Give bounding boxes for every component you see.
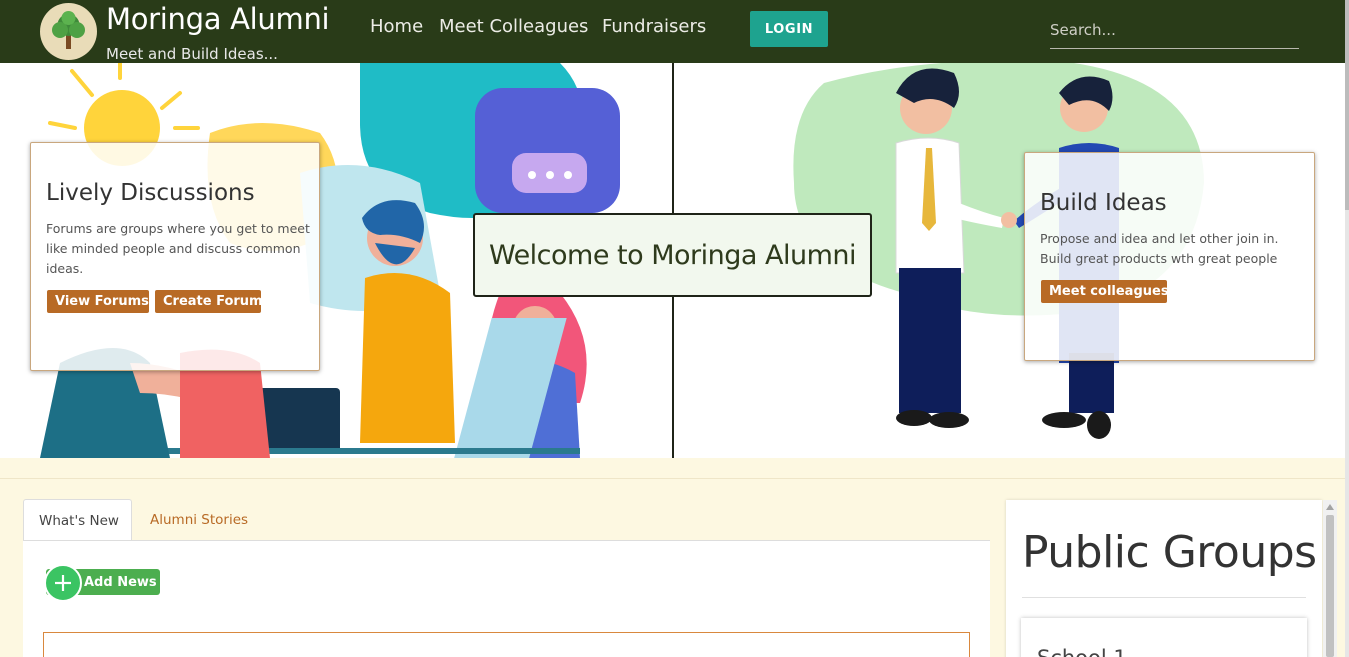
scrollbar-thumb[interactable] bbox=[1326, 515, 1334, 657]
welcome-banner: Welcome to Moringa Alumni bbox=[473, 213, 872, 297]
page-scrollbar[interactable] bbox=[1345, 0, 1349, 657]
group-card[interactable]: School 1 bbox=[1021, 618, 1307, 657]
tab-alumni-stories[interactable]: Alumni Stories bbox=[135, 499, 263, 541]
nav-link-home[interactable]: Home bbox=[370, 16, 423, 37]
nav-link-fundraisers[interactable]: Fundraisers bbox=[602, 16, 706, 37]
nav-link-meet-colleagues[interactable]: Meet Colleagues bbox=[439, 16, 588, 37]
news-item-card bbox=[43, 632, 970, 657]
divider bbox=[1022, 597, 1306, 598]
brand-title[interactable]: Moringa Alumni bbox=[106, 2, 330, 36]
section-divider bbox=[0, 478, 1345, 479]
build-ideas-card: Build Ideas Propose and idea and let oth… bbox=[1024, 152, 1315, 361]
lively-discussions-text: Forums are groups where you get to meet … bbox=[46, 221, 310, 276]
lively-discussions-card: Lively Discussions Forums are groups whe… bbox=[30, 142, 320, 371]
build-ideas-text: Propose and idea and let other join in. … bbox=[1040, 231, 1279, 266]
search-input[interactable] bbox=[1050, 12, 1299, 49]
add-news-label: Add News bbox=[84, 574, 157, 590]
page-scrollbar-thumb[interactable] bbox=[1345, 0, 1349, 210]
welcome-text: Welcome to Moringa Alumni bbox=[488, 239, 857, 271]
create-forum-button[interactable]: Create Forum bbox=[155, 290, 263, 313]
groups-scrollbar[interactable] bbox=[1323, 500, 1337, 657]
tree-logo-icon[interactable] bbox=[40, 3, 97, 60]
lively-discussions-title: Lively Discussions bbox=[46, 180, 255, 206]
group-name: School 1 bbox=[1037, 646, 1127, 657]
login-button[interactable]: LOGIN bbox=[750, 11, 828, 47]
scroll-up-arrow-icon[interactable] bbox=[1326, 504, 1334, 510]
public-groups-panel: Public Groups School 1 bbox=[1006, 500, 1322, 657]
tab-whats-new[interactable]: What's New bbox=[23, 499, 132, 541]
meet-colleagues-button[interactable]: Meet colleagues bbox=[1041, 280, 1169, 303]
public-groups-title: Public Groups bbox=[1022, 527, 1317, 578]
navbar: Moringa Alumni Meet and Build Ideas... H… bbox=[0, 0, 1345, 63]
view-forums-button[interactable]: View Forums bbox=[47, 290, 149, 313]
brand-tagline: Meet and Build Ideas... bbox=[106, 45, 278, 63]
plus-icon[interactable] bbox=[44, 564, 82, 602]
build-ideas-title: Build Ideas bbox=[1040, 190, 1167, 216]
hero-banner: Lively Discussions Forums are groups whe… bbox=[0, 63, 1345, 458]
